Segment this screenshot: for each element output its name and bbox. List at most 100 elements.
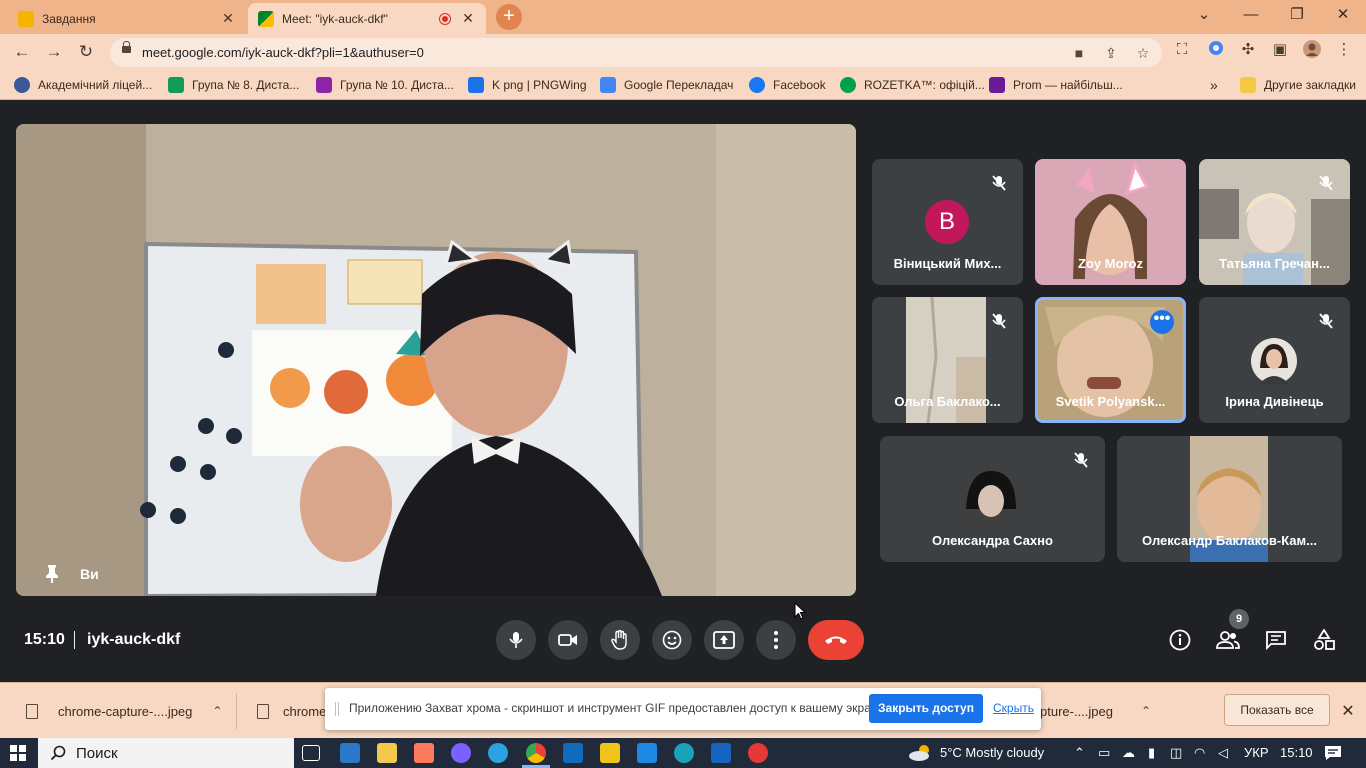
- pin-icon[interactable]: [44, 564, 60, 584]
- forward-icon[interactable]: →: [42, 40, 66, 64]
- bookmark-item[interactable]: K png | PNGWing: [468, 76, 587, 94]
- tab-title: Завдання: [42, 11, 96, 26]
- participant-tile[interactable]: B Віницький Мих...: [872, 159, 1023, 285]
- desktop-app-icon[interactable]: [340, 743, 360, 763]
- close-shelf-icon[interactable]: ✕: [1338, 701, 1358, 721]
- participant-tile[interactable]: ••• Svetik Polyansk...: [1035, 297, 1186, 423]
- chevron-up-icon[interactable]: ⌃: [1141, 704, 1151, 718]
- camera-button[interactable]: [548, 620, 588, 660]
- people-button[interactable]: [1216, 628, 1240, 652]
- show-all-downloads-button[interactable]: Показать все: [1224, 694, 1330, 726]
- drag-handle[interactable]: [335, 702, 339, 716]
- bookmark-item[interactable]: Група № 8. Диста...: [168, 76, 299, 94]
- participant-tile[interactable]: Олександра Сахно: [880, 436, 1105, 562]
- participant-tile[interactable]: Татьяна Гречан...: [1199, 159, 1350, 285]
- tab-zavdannya[interactable]: Завдання ✕: [8, 3, 246, 34]
- bookmark-item[interactable]: ROZETKA™: офіцій...: [840, 76, 985, 94]
- show-hidden-icons-icon[interactable]: ⌃: [1074, 745, 1085, 761]
- bookmark-item[interactable]: Prom — найбільш...: [989, 76, 1123, 94]
- bookmark-star-icon[interactable]: ☆: [1134, 44, 1152, 62]
- weather-text[interactable]: 5°C Mostly cloudy: [940, 745, 1044, 760]
- extensions-puzzle-icon[interactable]: ✣: [1238, 40, 1258, 60]
- reactions-button[interactable]: [652, 620, 692, 660]
- camera-in-use-icon[interactable]: ■: [1070, 44, 1088, 62]
- more-options-icon[interactable]: •••: [1150, 310, 1174, 334]
- tab-search-icon[interactable]: ⌄: [1181, 0, 1227, 30]
- chevron-up-icon[interactable]: ⌃: [212, 704, 222, 718]
- info-icon: [1169, 629, 1191, 651]
- security-icon[interactable]: [711, 743, 731, 763]
- stop-sharing-button[interactable]: Закрыть доступ: [869, 694, 983, 723]
- participant-tile[interactable]: Ольга Баклако...: [872, 297, 1023, 423]
- windows-start-icon[interactable]: [10, 745, 26, 761]
- volume-icon[interactable]: ◁: [1218, 745, 1228, 761]
- participant-tile[interactable]: Zoy Moroz: [1035, 159, 1186, 285]
- notifications-icon[interactable]: [1324, 745, 1342, 761]
- download-item[interactable]: chrome: [257, 701, 326, 721]
- telegram-icon[interactable]: [488, 743, 508, 763]
- network-icon[interactable]: ◫: [1170, 745, 1182, 761]
- chrome-menu-icon[interactable]: ⋮: [1334, 40, 1354, 60]
- close-tab-icon[interactable]: ✕: [220, 10, 236, 27]
- bookmark-item[interactable]: Група № 10. Диста...: [316, 76, 454, 94]
- address-bar[interactable]: meet.google.com/iyk-auck-dkf?pli=1&authu…: [110, 38, 1162, 67]
- reload-icon[interactable]: ↻: [74, 40, 98, 64]
- hand-icon: [611, 630, 627, 650]
- download-item[interactable]: chrome-capture-....jpeg ⌃: [26, 701, 222, 721]
- taskbar-search-box[interactable]: Поиск: [38, 738, 294, 768]
- url-text[interactable]: meet.google.com/iyk-auck-dkf?pli=1&authu…: [142, 45, 424, 60]
- back-icon[interactable]: ←: [10, 40, 34, 64]
- avatar: [958, 465, 1024, 531]
- wifi-icon[interactable]: ◠: [1194, 745, 1205, 761]
- viber-icon[interactable]: [451, 743, 471, 763]
- more-options-button[interactable]: [756, 620, 796, 660]
- bookmark-item[interactable]: Google Перекладач: [600, 76, 733, 94]
- participant-tile[interactable]: Ірина Дивінець: [1199, 297, 1350, 423]
- lock-icon[interactable]: [122, 41, 131, 53]
- close-tab-icon[interactable]: ✕: [460, 10, 476, 27]
- minimize-button[interactable]: —: [1228, 0, 1274, 30]
- bookmarks-overflow-button[interactable]: »: [1210, 76, 1218, 94]
- extension-circle-icon[interactable]: [1206, 40, 1226, 60]
- close-window-button[interactable]: ✕: [1320, 0, 1366, 30]
- side-panel-icon[interactable]: ▣: [1270, 40, 1290, 60]
- bookmark-item[interactable]: Академічний ліцей...: [14, 76, 152, 94]
- microphone-tray-icon[interactable]: ▮: [1148, 745, 1155, 761]
- battery-icon[interactable]: ▭: [1098, 745, 1110, 761]
- hide-notice-link[interactable]: Скрыть: [993, 701, 1034, 715]
- present-screen-button[interactable]: [704, 620, 744, 660]
- participant-tile[interactable]: Олександр Баклаков-Кам...: [1117, 436, 1342, 562]
- mail-icon[interactable]: [563, 743, 583, 763]
- task-view-icon[interactable]: [302, 745, 320, 761]
- meeting-details-button[interactable]: [1168, 628, 1192, 652]
- store-icon[interactable]: [600, 743, 620, 763]
- language-indicator[interactable]: УКР: [1244, 745, 1269, 760]
- chat-button[interactable]: [1264, 628, 1288, 652]
- share-icon[interactable]: ⇪: [1102, 44, 1120, 62]
- leave-call-button[interactable]: [808, 620, 864, 660]
- cloudy-weather-icon[interactable]: [908, 743, 934, 763]
- profile-avatar[interactable]: [1302, 40, 1322, 60]
- taskbar-clock[interactable]: 15:10: [1280, 745, 1313, 760]
- file-explorer-icon[interactable]: [377, 743, 397, 763]
- participant-count-badge: 9: [1229, 609, 1249, 629]
- edge-icon[interactable]: [674, 743, 694, 763]
- mic-off-icon: [1319, 313, 1333, 329]
- activities-button[interactable]: [1312, 628, 1336, 652]
- opera-icon[interactable]: [748, 743, 768, 763]
- tab-title: Meet: "iyk-auck-dkf": [282, 11, 388, 26]
- new-tab-button[interactable]: +: [496, 4, 522, 30]
- microphone-button[interactable]: [496, 620, 536, 660]
- app-icon[interactable]: [637, 743, 657, 763]
- other-bookmarks-folder[interactable]: Другие закладки: [1240, 76, 1356, 94]
- restore-button[interactable]: ❐: [1274, 0, 1320, 30]
- download-item[interactable]: pture-....jpeg ⌃: [1040, 701, 1151, 721]
- main-video[interactable]: Ви: [16, 124, 856, 596]
- chrome-icon[interactable]: [526, 743, 546, 763]
- tab-meet[interactable]: Meet: "iyk-auck-dkf" ✕: [248, 3, 486, 34]
- raise-hand-button[interactable]: [600, 620, 640, 660]
- app-icon[interactable]: [414, 743, 434, 763]
- bookmark-item[interactable]: Facebook: [749, 76, 826, 94]
- screen-capture-icon[interactable]: ⛶: [1172, 40, 1192, 60]
- onedrive-icon[interactable]: ☁: [1122, 745, 1135, 761]
